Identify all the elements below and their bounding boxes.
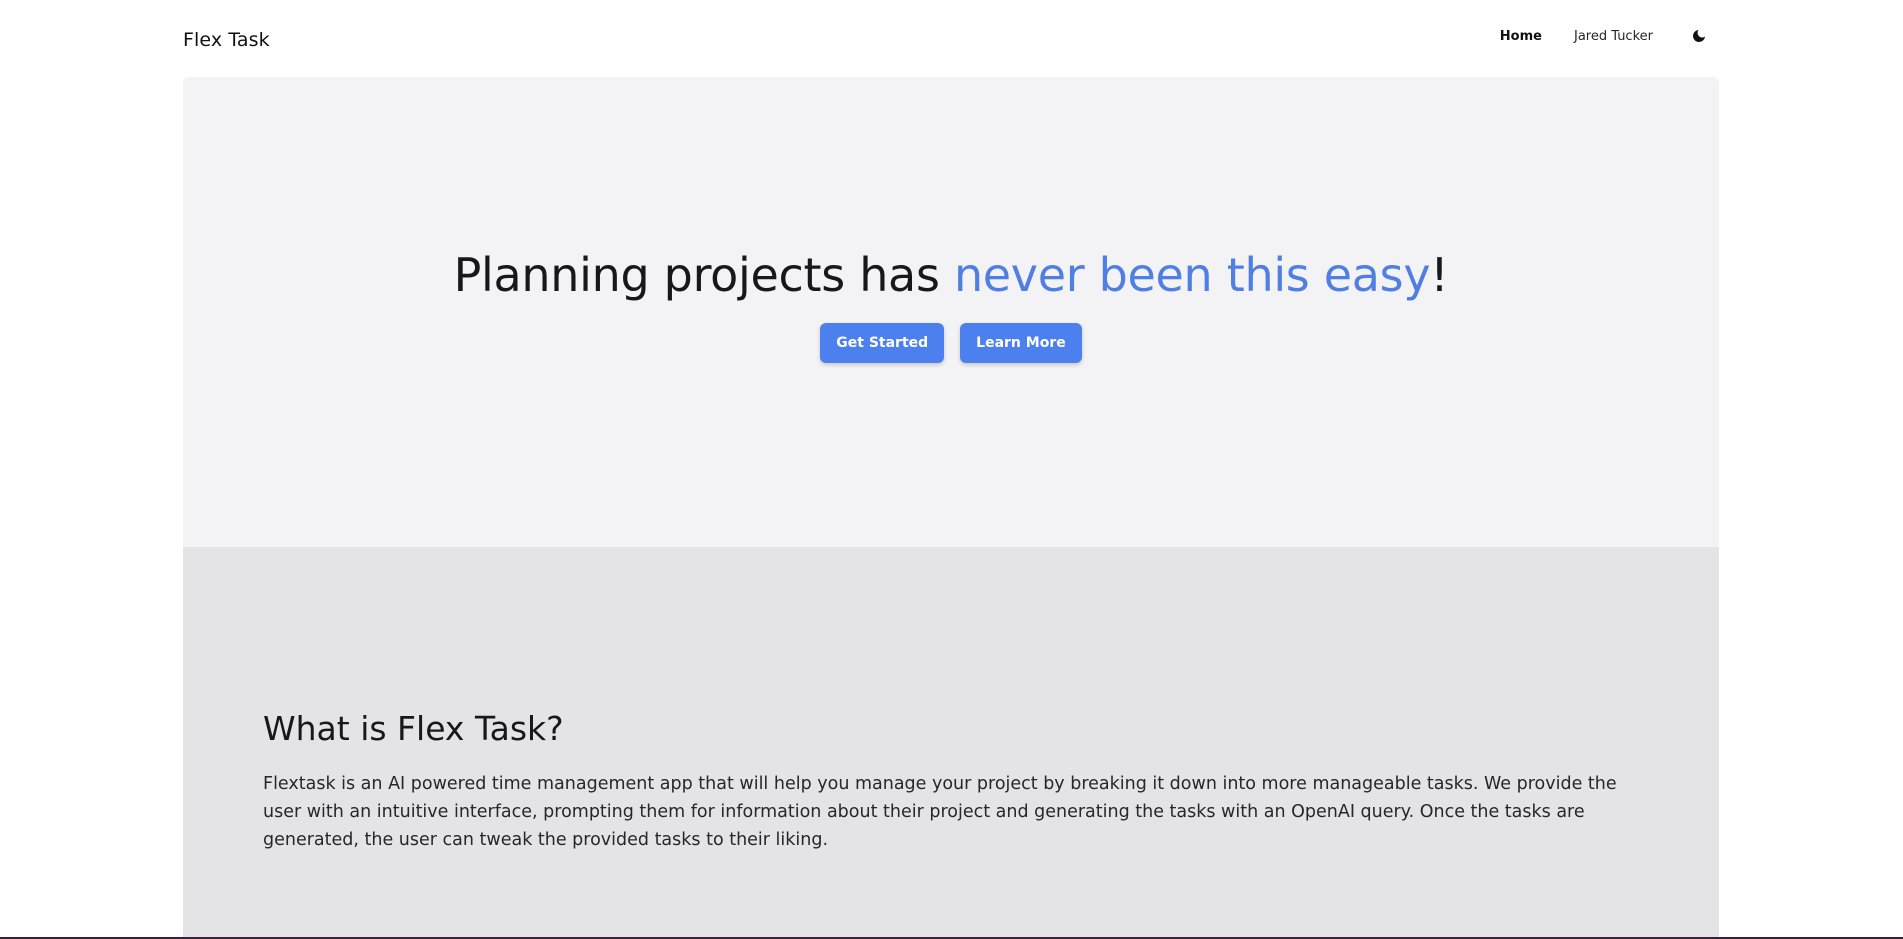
about-section: What is Flex Task? Flextask is an AI pow… xyxy=(183,547,1719,939)
hero-title-suffix: ! xyxy=(1430,248,1449,302)
theme-toggle-button[interactable] xyxy=(1689,26,1709,46)
get-started-button[interactable]: Get Started xyxy=(820,323,945,363)
hero-title-prefix: Planning projects has xyxy=(453,248,954,302)
hero-buttons: Get Started Learn More xyxy=(183,323,1719,363)
about-description: Flextask is an AI powered time managemen… xyxy=(263,774,1617,850)
hero-title: Planning projects has never been this ea… xyxy=(183,248,1719,302)
navbar: Flex Task Home Jared Tucker xyxy=(183,0,1719,77)
learn-more-button[interactable]: Learn More xyxy=(960,323,1082,363)
brand-logo[interactable]: Flex Task xyxy=(183,29,270,51)
hero-section: Planning projects has never been this ea… xyxy=(183,77,1719,547)
nav-menu: Home Jared Tucker xyxy=(1468,26,1709,46)
nav-link-home[interactable]: Home xyxy=(1500,29,1542,44)
moon-icon xyxy=(1693,30,1705,42)
about-title: What is Flex Task? xyxy=(263,709,564,748)
hero-title-accent: never been this easy xyxy=(953,248,1431,302)
nav-link-user[interactable]: Jared Tucker xyxy=(1574,29,1653,44)
